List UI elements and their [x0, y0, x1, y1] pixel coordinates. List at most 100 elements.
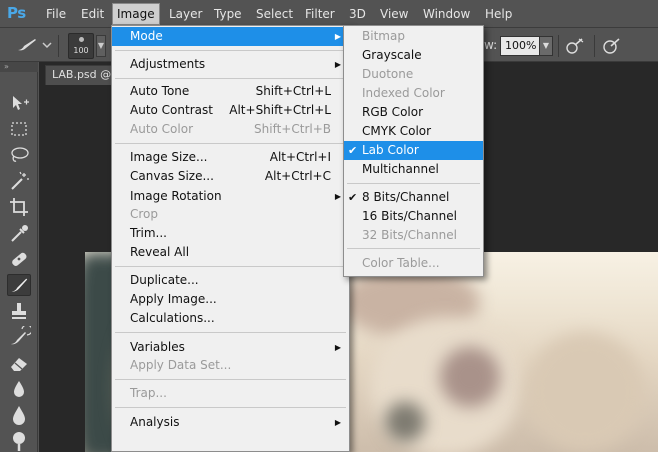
menu-3d[interactable]: 3D [345, 3, 370, 25]
menu-item-duotone: Duotone [344, 65, 483, 84]
image-menu: Mode ▶ Adjustments ▶ Auto Tone Shift+Ctr… [111, 25, 350, 452]
menu-item-label: CMYK Color [362, 124, 432, 138]
shortcut-label: Shift+Ctrl+B [254, 122, 331, 136]
brush-tip-icon [79, 37, 84, 42]
submenu-arrow-icon: ▶ [334, 60, 341, 69]
menu-separator [347, 248, 480, 249]
flow-dropdown[interactable]: ▼ [539, 36, 553, 56]
menu-item-8-bits[interactable]: ✔ 8 Bits/Channel [344, 188, 483, 207]
menu-separator [115, 266, 346, 267]
divider [58, 35, 59, 57]
menu-item-label: Duplicate... [130, 273, 199, 287]
menu-item-crop: Crop [112, 205, 349, 224]
menu-layer[interactable]: Layer [165, 3, 206, 25]
menu-item-label: Image Size... [130, 150, 208, 164]
menu-item-label: Multichannel [362, 162, 439, 176]
menu-item-rgb-color[interactable]: RGB Color [344, 103, 483, 122]
menu-item-multichannel[interactable]: Multichannel [344, 160, 483, 179]
menu-type[interactable]: Type [210, 3, 246, 25]
mode-submenu: Bitmap Grayscale Duotone Indexed Color R… [343, 25, 484, 277]
document-tab[interactable]: LAB.psd @ [45, 65, 115, 85]
menu-item-calculations[interactable]: Calculations... [112, 309, 349, 328]
shortcut-label: Shift+Ctrl+L [255, 84, 331, 98]
menu-separator [115, 407, 346, 408]
clone-stamp-icon[interactable] [7, 300, 31, 322]
menu-item-analysis[interactable]: Analysis ▶ [112, 413, 349, 432]
menu-item-label: 8 Bits/Channel [362, 190, 450, 204]
menu-item-indexed-color: Indexed Color [344, 84, 483, 103]
menu-select[interactable]: Select [252, 3, 297, 25]
menu-image[interactable]: Image [112, 3, 160, 25]
menu-item-image-size[interactable]: Image Size... Alt+Ctrl+I [112, 148, 349, 167]
menu-file[interactable]: File [42, 3, 70, 25]
healing-brush-icon[interactable] [7, 248, 31, 270]
menu-separator [115, 143, 346, 144]
menu-item-apply-data-set: Apply Data Set... [112, 356, 349, 375]
menu-item-trap: Trap... [112, 384, 349, 403]
marquee-tool-icon[interactable] [7, 118, 31, 140]
menu-item-auto-tone[interactable]: Auto Tone Shift+Ctrl+L [112, 82, 349, 101]
checkmark-icon: ✔ [348, 191, 358, 204]
menu-view[interactable]: View [376, 3, 412, 25]
menu-item-lab-color[interactable]: ✔ Lab Color [344, 141, 483, 160]
menu-help[interactable]: Help [481, 3, 516, 25]
dodge-tool-icon[interactable] [7, 430, 31, 452]
menu-separator [115, 50, 346, 51]
menu-item-adjustments[interactable]: Adjustments ▶ [112, 55, 349, 74]
menu-item-grayscale[interactable]: Grayscale [344, 46, 483, 65]
history-brush-icon[interactable] [7, 326, 31, 348]
menu-item-label: Canvas Size... [130, 169, 214, 183]
brush-icon[interactable] [15, 37, 39, 53]
pressure-size-icon[interactable] [602, 37, 622, 55]
menu-item-duplicate[interactable]: Duplicate... [112, 271, 349, 290]
submenu-arrow-icon: ▶ [334, 192, 341, 201]
menu-separator [115, 332, 346, 333]
shortcut-label: Alt+Ctrl+C [264, 169, 331, 183]
menu-item-auto-contrast[interactable]: Auto Contrast Alt+Shift+Ctrl+L [112, 101, 349, 120]
shortcut-label: Alt+Ctrl+I [269, 150, 331, 164]
lasso-tool-icon[interactable] [7, 144, 31, 166]
submenu-arrow-icon: ▶ [334, 343, 341, 352]
menu-item-label: Bitmap [362, 29, 405, 43]
menu-item-cmyk-color[interactable]: CMYK Color [344, 122, 483, 141]
menu-item-16-bits[interactable]: 16 Bits/Channel [344, 207, 483, 226]
brush-tool-icon[interactable] [7, 274, 31, 296]
menu-window[interactable]: Window [419, 3, 474, 25]
divider [558, 35, 559, 57]
menu-edit[interactable]: Edit [77, 3, 108, 25]
menu-item-bitmap: Bitmap [344, 27, 483, 46]
menu-item-label: Apply Image... [130, 292, 217, 306]
checkmark-icon: ✔ [348, 144, 358, 157]
photoshop-logo: Ps [7, 4, 26, 22]
menu-item-label: Auto Tone [130, 84, 190, 98]
menu-filter[interactable]: Filter [301, 3, 339, 25]
menu-item-image-rotation[interactable]: Image Rotation ▶ [112, 187, 349, 206]
menu-item-32-bits: 32 Bits/Channel [344, 226, 483, 245]
blur-tool-icon[interactable] [7, 404, 31, 426]
menu-separator [115, 379, 346, 380]
paint-bucket-icon[interactable] [7, 378, 31, 400]
airbrush-icon[interactable] [565, 37, 585, 55]
eyedropper-icon[interactable] [7, 222, 31, 244]
move-tool-icon[interactable] [7, 92, 31, 114]
crop-tool-icon[interactable] [7, 196, 31, 218]
menu-item-reveal-all[interactable]: Reveal All [112, 243, 349, 262]
eraser-icon[interactable] [7, 352, 31, 374]
divider [594, 35, 595, 57]
menu-item-canvas-size[interactable]: Canvas Size... Alt+Ctrl+C [112, 167, 349, 186]
menu-item-label: Image Rotation [130, 189, 222, 203]
menu-item-mode[interactable]: Mode ▶ [112, 27, 349, 46]
menu-item-label: Grayscale [362, 48, 422, 62]
chevron-down-icon[interactable] [42, 41, 52, 49]
magic-wand-icon[interactable] [7, 170, 31, 192]
menu-item-trim[interactable]: Trim... [112, 224, 349, 243]
menu-item-color-table: Color Table... [344, 254, 483, 273]
flow-input[interactable]: 100% [500, 36, 540, 56]
menu-item-label: Variables [130, 340, 185, 354]
menu-item-apply-image[interactable]: Apply Image... [112, 290, 349, 309]
brush-preset-dropdown[interactable]: ▼ [96, 35, 106, 57]
panel-collapse-icon[interactable]: » [0, 62, 38, 72]
menu-item-variables[interactable]: Variables ▶ [112, 338, 349, 357]
canvas-shape [440, 347, 500, 407]
brush-preset-picker[interactable]: 100 [68, 33, 94, 59]
